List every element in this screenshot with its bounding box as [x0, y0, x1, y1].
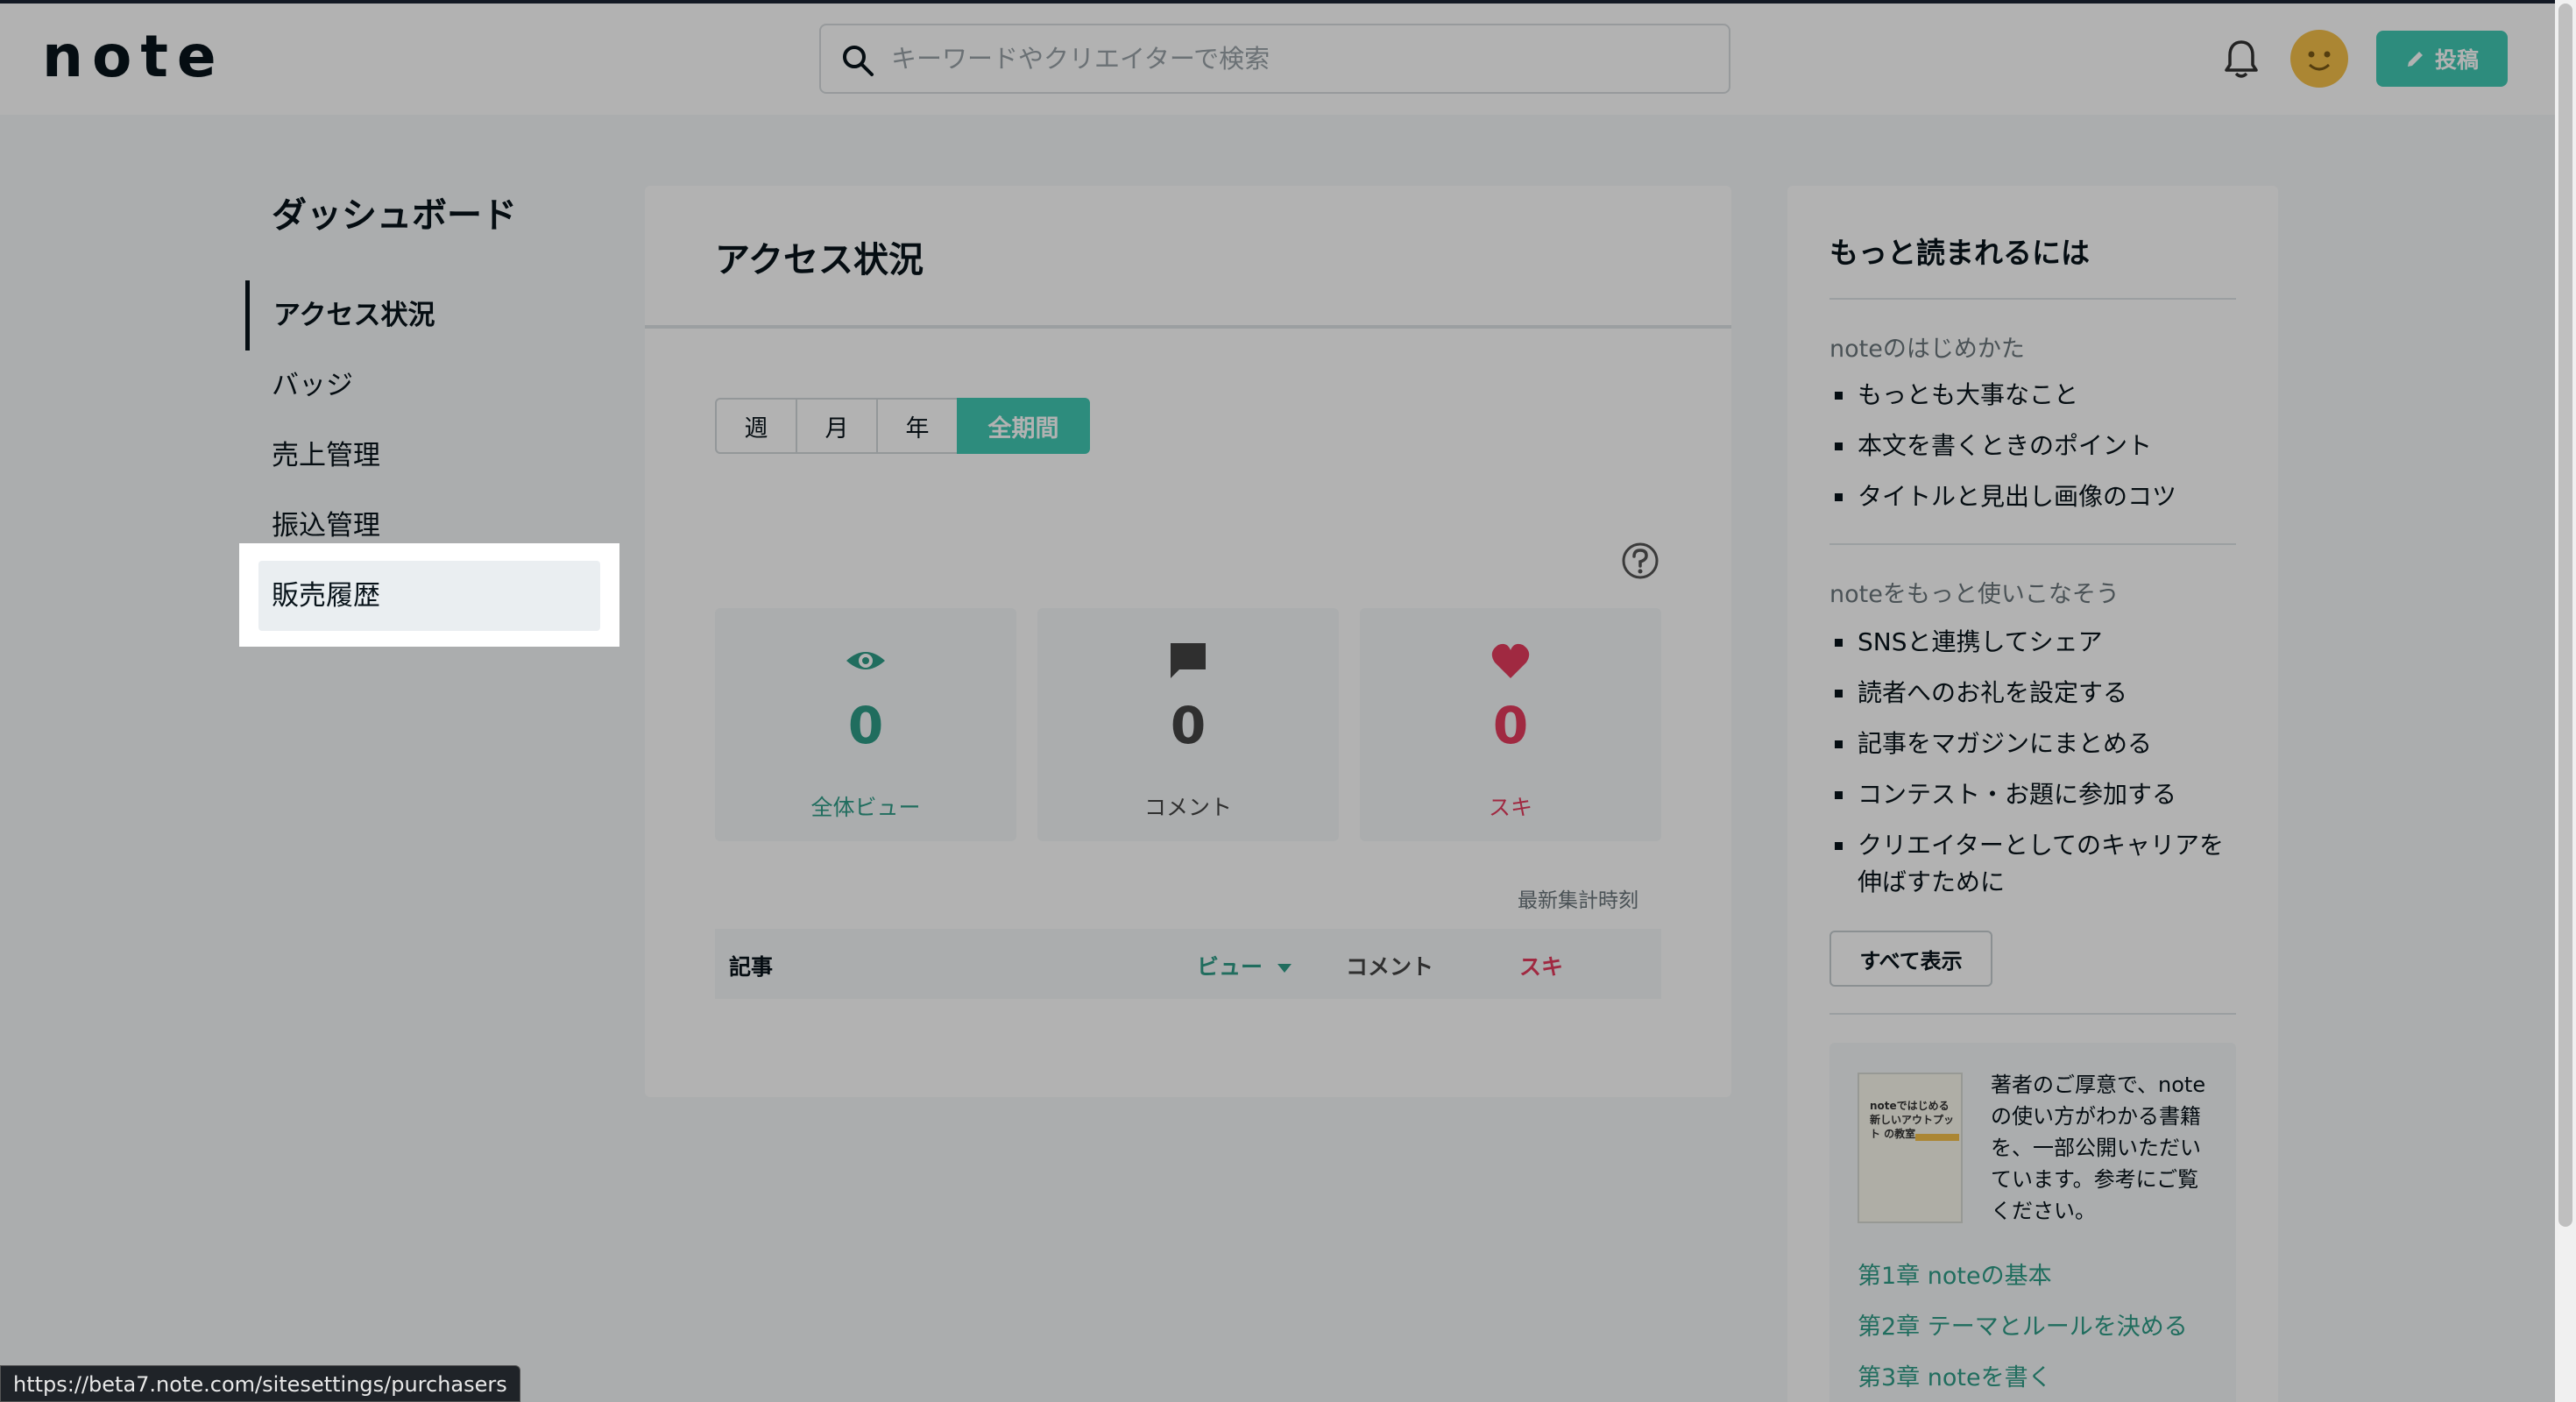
sidebar-item-sales[interactable]: 売上管理 — [245, 421, 601, 491]
note-logo[interactable]: note — [42, 26, 225, 88]
scrollbar[interactable] — [2558, 4, 2572, 1227]
search-box[interactable] — [819, 24, 1730, 94]
book-panel: noteではじめる 新しいアウトプット の教室 著者のご厚意で、noteの使い方… — [1829, 1043, 2236, 1402]
search-icon — [843, 46, 874, 76]
post-button-label: 投稿 — [2434, 47, 2479, 73]
tips-link[interactable]: 本文を書くときのポイント — [1829, 428, 2241, 464]
sidebar-item-transfers[interactable]: 振込管理 — [245, 491, 601, 561]
article-table-header: 記事 ビュー コメント スキ — [715, 929, 1661, 999]
pencil-icon — [2407, 52, 2423, 67]
period-tabs: 週 月 年 全期間 — [715, 398, 1090, 454]
divider — [1829, 1013, 2236, 1015]
search-input[interactable] — [891, 32, 1715, 85]
eye-icon — [846, 652, 885, 669]
stat-comments-value: 0 — [1170, 696, 1207, 755]
access-card: アクセス状況 週 月 年 全期間 0 全体ビュー 0 コメント 0 スキ 最新集… — [645, 186, 1731, 1097]
tips-link[interactable]: SNSと連携してシェア — [1829, 624, 2241, 661]
divider — [1829, 543, 2236, 545]
tips-card: もっと読まれるには noteのはじめかた もっとも大事なこと 本文を書くときのポ… — [1787, 186, 2278, 1402]
tips-link[interactable]: タイトルと見出し画像のコツ — [1829, 478, 2241, 515]
book-description: 著者のご厚意で、noteの使い方がわかる書籍を、一部公開いただいています。参考に… — [1991, 1073, 2206, 1223]
bell-icon[interactable] — [2222, 39, 2261, 81]
page-title: アクセス状況 — [715, 240, 924, 280]
sidebar-item-badges[interactable]: バッジ — [245, 350, 601, 421]
tips-link[interactable]: コンテスト・お題に参加する — [1829, 776, 2241, 813]
book-cover[interactable]: noteではじめる 新しいアウトプット の教室 — [1858, 1073, 1963, 1223]
tips-link[interactable]: クリエイターとしてのキャリアを伸ばすために — [1829, 827, 2236, 901]
comment-icon — [1171, 643, 1206, 678]
tab-week[interactable]: 週 — [715, 398, 797, 454]
tips-link[interactable]: 記事をマガジンにまとめる — [1829, 726, 2241, 762]
stat-views: 0 全体ビュー — [715, 608, 1016, 841]
help-icon[interactable] — [1621, 542, 1660, 580]
last-updated-label: 最新集計時刻 — [1518, 889, 1638, 912]
col-views-label: ビュー — [1197, 954, 1263, 980]
tips-link[interactable]: 読者へのお礼を設定する — [1829, 675, 2241, 712]
tab-year[interactable]: 年 — [876, 398, 959, 454]
book-cover-accent — [1915, 1134, 1959, 1141]
status-url: https://beta7.note.com/sitesettings/purc… — [0, 1365, 520, 1402]
dashboard-title: ダッシュボード — [272, 195, 517, 236]
tab-month[interactable]: 月 — [796, 398, 878, 454]
tips-section-heading: noteをもっと使いこなそう — [1829, 581, 2120, 608]
col-likes[interactable]: スキ — [1519, 950, 1563, 981]
tips-title: もっと読まれるには — [1829, 236, 2090, 270]
tab-all-time[interactable]: 全期間 — [957, 398, 1090, 454]
stat-comments-label: コメント — [1143, 795, 1232, 820]
divider — [645, 325, 1731, 329]
stat-views-label: 全体ビュー — [810, 795, 921, 820]
col-views[interactable]: ビュー — [1197, 950, 1293, 981]
col-article: 記事 — [729, 954, 774, 980]
chapter-link[interactable]: 第1章 noteの基本 — [1858, 1257, 2052, 1291]
avatar[interactable] — [2290, 30, 2348, 88]
stat-likes-label: スキ — [1488, 795, 1532, 820]
stat-views-value: 0 — [847, 696, 884, 755]
divider — [1829, 298, 2236, 300]
col-comments[interactable]: コメント — [1346, 950, 1433, 981]
stat-comments: 0 コメント — [1037, 608, 1339, 841]
stat-likes-value: 0 — [1492, 696, 1529, 755]
chapter-link[interactable]: 第3章 noteを書く — [1858, 1358, 2052, 1392]
chapter-link[interactable]: 第2章 テーマとルールを決める — [1858, 1307, 2188, 1342]
stat-likes: 0 スキ — [1360, 608, 1661, 841]
header: note 投稿 — [0, 0, 2576, 115]
tips-section-heading: noteのはじめかた — [1829, 336, 2025, 363]
show-all-button[interactable]: すべて表示 — [1829, 931, 1992, 987]
sort-down-icon — [1277, 964, 1292, 973]
top-line — [0, 0, 2576, 4]
tips-link[interactable]: もっとも大事なこと — [1829, 377, 2241, 414]
sidebar-item-access[interactable]: アクセス状況 — [245, 280, 601, 350]
post-button[interactable]: 投稿 — [2376, 31, 2508, 87]
sidebar-item-purchase-history[interactable]: 販売履歴 — [258, 561, 600, 631]
heart-icon — [1491, 643, 1530, 678]
